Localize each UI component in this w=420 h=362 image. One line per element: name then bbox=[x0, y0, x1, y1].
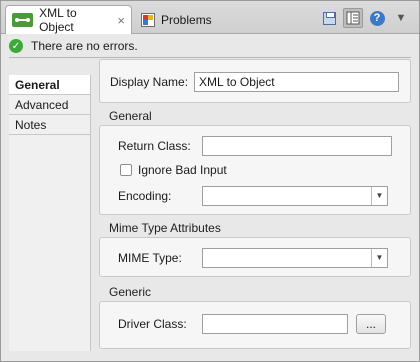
generic-section-title: Generic bbox=[109, 285, 152, 299]
nav-item-general[interactable]: General bbox=[9, 75, 90, 95]
view-menu-button[interactable]: ▼ bbox=[391, 8, 411, 28]
general-section-title: General bbox=[109, 109, 152, 123]
tab-xml-to-object[interactable]: XML to Object × bbox=[5, 5, 132, 34]
divider bbox=[9, 57, 411, 58]
view-toolbar: ? ▼ bbox=[319, 7, 411, 29]
layout-icon bbox=[346, 11, 360, 25]
tab-label: Problems bbox=[161, 12, 212, 27]
ignore-bad-input-label: Ignore Bad Input bbox=[138, 163, 227, 177]
tab-problems[interactable]: Problems bbox=[135, 5, 235, 34]
driver-class-label: Driver Class: bbox=[118, 317, 187, 331]
check-icon: ✓ bbox=[9, 39, 23, 53]
browse-button[interactable]: ... bbox=[356, 314, 386, 334]
tab-bar: XML to Object × Problems ? ▼ bbox=[1, 1, 419, 34]
status-text: There are no errors. bbox=[31, 39, 138, 53]
nav-item-advanced[interactable]: Advanced bbox=[9, 95, 90, 115]
editor-window: XML to Object × Problems ? ▼ ✓ There are… bbox=[0, 0, 420, 362]
nav-item-notes[interactable]: Notes bbox=[9, 115, 90, 135]
help-button[interactable]: ? bbox=[367, 8, 387, 28]
encoding-label: Encoding: bbox=[118, 189, 172, 203]
ignore-bad-input-checkbox[interactable] bbox=[120, 164, 132, 176]
mime-type-label: MIME Type: bbox=[118, 251, 182, 265]
chevron-down-icon: ▼ bbox=[371, 249, 387, 267]
mime-type-select[interactable]: ▼ bbox=[202, 248, 388, 268]
transformer-icon bbox=[12, 13, 34, 27]
validation-status: ✓ There are no errors. bbox=[9, 37, 138, 55]
return-class-input[interactable] bbox=[202, 136, 392, 156]
tab-label: XML to Object bbox=[39, 6, 77, 34]
chevron-down-icon: ▼ bbox=[371, 187, 387, 205]
display-name-group: Display Name: XML to Object bbox=[99, 59, 411, 103]
mime-group: MIME Type: ▼ bbox=[99, 237, 411, 277]
problems-icon bbox=[141, 12, 155, 27]
properties-panel: Display Name: XML to Object General Retu… bbox=[99, 59, 411, 351]
close-icon[interactable]: × bbox=[117, 13, 125, 28]
save-icon bbox=[322, 11, 336, 25]
chevron-down-icon: ▼ bbox=[395, 12, 407, 24]
generic-group: Driver Class: ... bbox=[99, 301, 411, 349]
display-name-input[interactable]: XML to Object bbox=[194, 72, 400, 92]
layout-toggle-button[interactable] bbox=[343, 8, 363, 28]
mime-section-title: Mime Type Attributes bbox=[109, 221, 221, 235]
general-group: Return Class: Ignore Bad Input Encoding:… bbox=[99, 125, 411, 215]
section-nav: General Advanced Notes bbox=[9, 75, 91, 351]
help-icon: ? bbox=[369, 10, 385, 26]
encoding-select[interactable]: ▼ bbox=[202, 186, 388, 206]
save-button[interactable] bbox=[319, 8, 339, 28]
return-class-label: Return Class: bbox=[118, 139, 191, 153]
display-name-label: Display Name: bbox=[110, 75, 189, 89]
driver-class-input[interactable] bbox=[202, 314, 348, 334]
